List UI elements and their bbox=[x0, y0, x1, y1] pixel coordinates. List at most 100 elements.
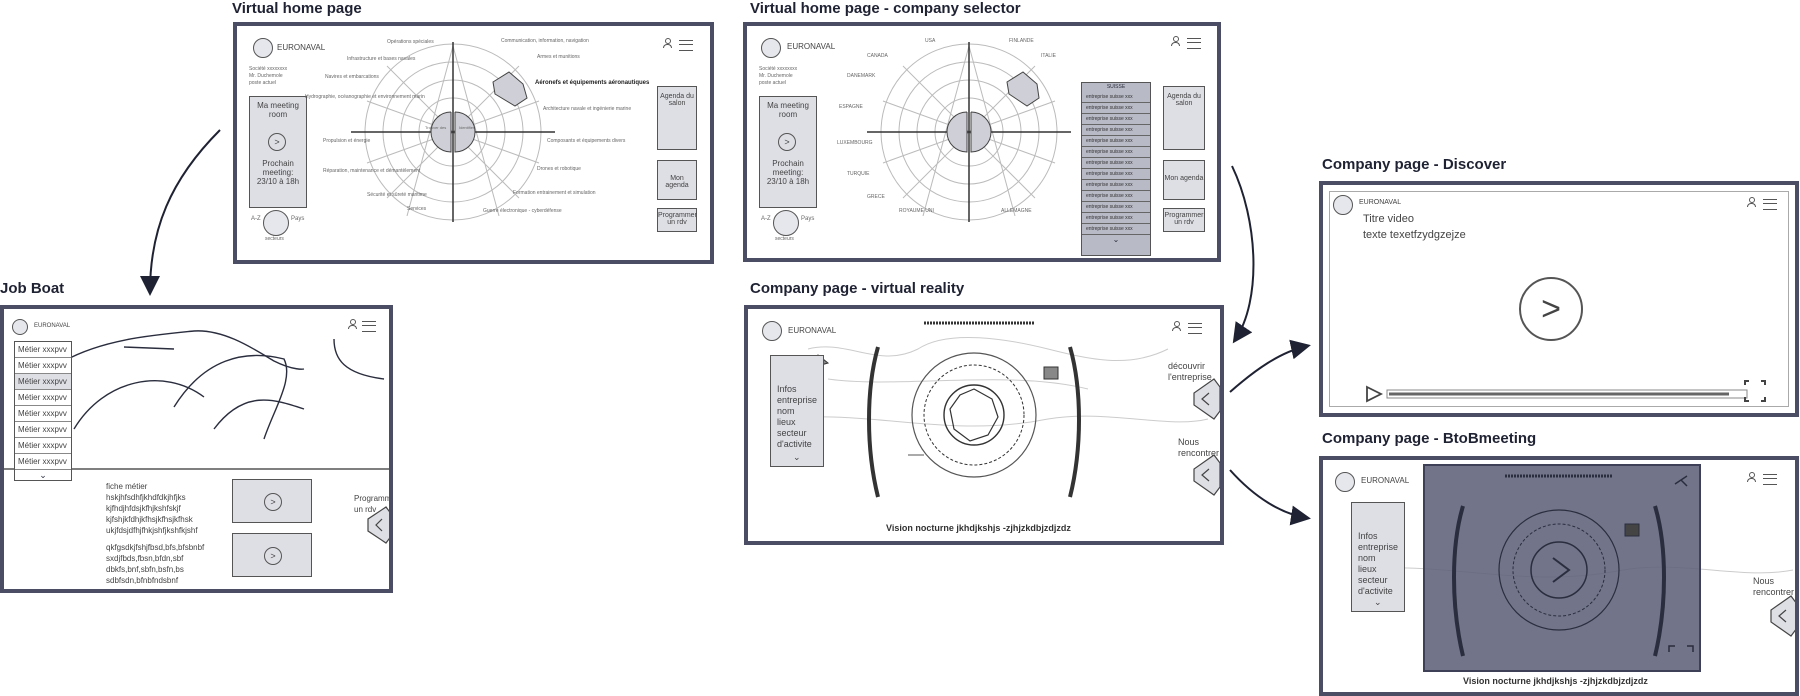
country-left-8[interactable]: ROYAUME UNI bbox=[899, 208, 934, 214]
chevron-down-icon[interactable]: ⌄ bbox=[1082, 235, 1150, 244]
video-card-1[interactable]: > bbox=[232, 479, 312, 523]
company-info-panel[interactable]: Infos entreprise nom lieux secteur d'act… bbox=[1351, 502, 1405, 612]
company-item[interactable]: entreprise suisse xxx bbox=[1082, 202, 1150, 213]
country-right-1[interactable]: FINLANDE bbox=[1009, 38, 1034, 44]
chevron-down-icon[interactable]: ⌄ bbox=[15, 470, 71, 481]
job-item[interactable]: Métier xxxpvv bbox=[15, 454, 71, 470]
company-item[interactable]: entreprise suisse xxx bbox=[1082, 158, 1150, 169]
sector-left-8[interactable]: Services bbox=[407, 206, 426, 212]
selector-screen: EURONAVAL Société xxxxxxxx Mr. Duchemole… bbox=[743, 22, 1221, 262]
mon-agenda-button[interactable]: Mon agenda bbox=[657, 160, 697, 200]
chevron-down-icon[interactable]: ⌄ bbox=[793, 452, 801, 463]
job-desc-line: fiche métier bbox=[106, 482, 148, 491]
play-icon[interactable]: > bbox=[1519, 277, 1583, 341]
sector-left-3[interactable]: Navires et embarcations bbox=[325, 74, 379, 80]
sector-right-7[interactable]: Formation entrainement et simulation bbox=[513, 190, 596, 196]
info-line: entreprise bbox=[1358, 542, 1399, 552]
company-item[interactable]: entreprise suisse xxx bbox=[1082, 92, 1150, 103]
video-card-2[interactable]: > bbox=[232, 533, 312, 577]
sector-left-7[interactable]: Sécurité et sûreté maritime bbox=[367, 192, 427, 198]
company-item[interactable]: entreprise suisse xxx bbox=[1082, 147, 1150, 158]
info-line: d'activite bbox=[777, 439, 812, 449]
sector-left-6[interactable]: Réparation, maintenance et démantèlement bbox=[323, 168, 420, 174]
sector-left-4[interactable]: Hydrographie, océanographie et environne… bbox=[305, 94, 425, 100]
play-icon[interactable]: > bbox=[264, 493, 282, 511]
user-icon[interactable] bbox=[1747, 197, 1756, 207]
sector-right-2[interactable]: Armes et munitions bbox=[537, 54, 580, 60]
sector-right-8[interactable]: Guerre électronique - cyberdéfense bbox=[483, 208, 562, 214]
agenda-salon-button[interactable]: Agenda du salon bbox=[1163, 86, 1205, 150]
sector-right-1[interactable]: Communication, information, navigation bbox=[501, 38, 589, 44]
sector-left-2[interactable]: Infrastructure et bases navales bbox=[347, 56, 415, 62]
country-left-1[interactable]: USA bbox=[925, 38, 935, 44]
company-item[interactable]: entreprise suisse xxx bbox=[1082, 169, 1150, 180]
center-left-label: Trouver des bbox=[425, 125, 447, 130]
company-item[interactable]: entreprise suisse xxx bbox=[1082, 191, 1150, 202]
play-icon[interactable]: > bbox=[264, 547, 282, 565]
info-line: Infos bbox=[777, 384, 797, 394]
company-item[interactable]: entreprise suisse xxx bbox=[1082, 125, 1150, 136]
meeting-overlay[interactable] bbox=[1423, 464, 1701, 672]
job-item[interactable]: Métier xxxpvv bbox=[15, 422, 71, 438]
job-item[interactable]: Métier xxxpvv bbox=[15, 438, 71, 454]
country-left-3[interactable]: DANEMARK bbox=[847, 73, 875, 79]
country-left-7[interactable]: GRECE bbox=[867, 194, 885, 200]
country-left-5[interactable]: LUXEMBOURG bbox=[837, 140, 873, 146]
programmer-rdv-button[interactable]: Programmer un rdv bbox=[1163, 208, 1205, 232]
company-item[interactable]: entreprise suisse xxx bbox=[1082, 180, 1150, 191]
screen-title-jobboat: Job Boat bbox=[0, 280, 65, 297]
info-line: secteur bbox=[1358, 575, 1388, 585]
programmer-rdv-button[interactable]: Programmer un rdv bbox=[657, 208, 697, 232]
arrow-vr-to-discover bbox=[1229, 339, 1311, 393]
country-left-2[interactable]: CANADA bbox=[867, 53, 888, 59]
job-item[interactable]: Métier xxxpvv bbox=[15, 406, 71, 422]
company-item[interactable]: entreprise suisse xxx bbox=[1082, 136, 1150, 147]
chevron-left-icon[interactable] bbox=[1190, 377, 1220, 421]
sector-left-1[interactable]: Opérations spéciales bbox=[387, 39, 434, 45]
chevron-left-icon[interactable] bbox=[1767, 594, 1797, 638]
sector-left-5[interactable]: Propulsion et énergie bbox=[323, 138, 370, 144]
job-desc-line: hskjhfsdhfjkhdfdkjhfjks bbox=[106, 493, 186, 502]
info-line: entreprise bbox=[777, 395, 818, 405]
screen-title-btob: Company page - BtoBmeeting bbox=[1322, 430, 1537, 447]
job-item[interactable]: Métier xxxpvv bbox=[15, 358, 71, 374]
logo-icon bbox=[1333, 195, 1353, 215]
arrow-selector-to-vr bbox=[1231, 165, 1255, 344]
agenda-salon-button[interactable]: Agenda du salon bbox=[657, 86, 697, 150]
screen-title-vr: Company page - virtual reality bbox=[750, 280, 965, 297]
job-desc-line: kjfhdjhfdsjkfhjkshfskjf bbox=[106, 504, 181, 513]
company-item[interactable]: entreprise suisse xxx bbox=[1082, 103, 1150, 114]
sector-right-3[interactable]: Aéronefs et équipements aéronautiques bbox=[535, 80, 649, 87]
side-text-line: Programmer bbox=[354, 494, 392, 503]
chevron-left-icon[interactable] bbox=[1190, 453, 1220, 497]
sector-right-4[interactable]: Architecture navale et ingénierie marine bbox=[543, 106, 631, 112]
menu-icon[interactable] bbox=[1763, 199, 1777, 210]
country-left-6[interactable]: TURQUIE bbox=[847, 171, 870, 177]
company-item[interactable]: entreprise suisse xxx bbox=[1082, 213, 1150, 224]
company-item[interactable]: entreprise suisse xxx bbox=[1082, 224, 1150, 235]
btob-screen: EURONAVAL Infos entreprise nom lieux sec… bbox=[1319, 456, 1799, 696]
country-right-2[interactable]: ITALIE bbox=[1041, 53, 1056, 59]
company-panel[interactable]: SUISSE entreprise suisse xxx entreprise … bbox=[1081, 82, 1151, 256]
job-list[interactable]: Métier xxxpvv Métier xxxpvv Métier xxxpv… bbox=[14, 341, 72, 481]
arrow-vr-to-btob bbox=[1229, 469, 1311, 526]
company-item[interactable]: entreprise suisse xxx bbox=[1082, 114, 1150, 125]
sector-right-5[interactable]: Composants et équipements divers bbox=[547, 138, 625, 144]
country-right-3[interactable]: ALLEMAGNE bbox=[1001, 208, 1032, 214]
home-screen: EURONAVAL Société xxxxxxxx Mr. Duchemole… bbox=[233, 22, 714, 264]
chevron-down-icon[interactable]: ⌄ bbox=[1374, 597, 1382, 608]
sector-right-6[interactable]: Drones et robotique bbox=[537, 166, 581, 172]
country-left-4[interactable]: ESPAGNE bbox=[839, 104, 863, 110]
company-info-text: Infos entreprise nom lieux secteur d'act… bbox=[1358, 531, 1398, 597]
mon-agenda-button[interactable]: Mon agenda bbox=[1163, 160, 1205, 200]
job-item[interactable]: Métier xxxpvv bbox=[15, 390, 71, 406]
job-item[interactable]: Métier xxxpvv bbox=[15, 342, 71, 358]
screen-title-home: Virtual home page bbox=[232, 0, 362, 17]
info-line: secteur bbox=[777, 428, 807, 438]
link-line: découvrir bbox=[1168, 361, 1206, 371]
chevron-left-icon[interactable] bbox=[364, 505, 393, 545]
job-item-selected[interactable]: Métier xxxpvv bbox=[15, 374, 71, 390]
company-info-panel[interactable]: Infos entreprise nom lieux secteur d'act… bbox=[770, 355, 824, 467]
job-desc-line: qkfgsdkjfshjfbsd,bfs,bfsbnbf bbox=[106, 543, 205, 552]
video-text: texte texetfzydgzejze bbox=[1363, 229, 1466, 241]
